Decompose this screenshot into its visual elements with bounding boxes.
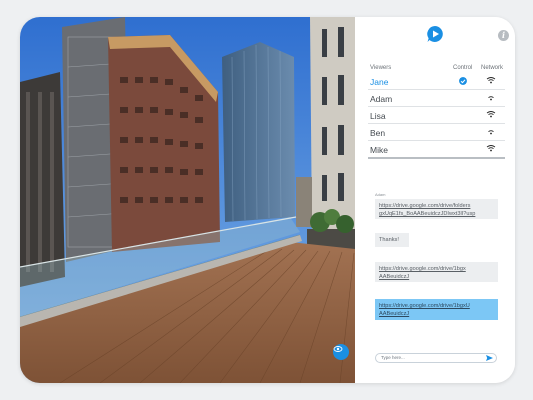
viewer-name: Mike xyxy=(370,145,388,155)
viewer-row-adam[interactable]: Adam xyxy=(368,90,505,107)
eye-icon xyxy=(333,346,343,352)
rooftop-scene xyxy=(20,17,355,383)
wifi-icon xyxy=(488,130,494,135)
viewer-name: Ben xyxy=(370,128,386,138)
chat-sender: Adam xyxy=(375,192,386,197)
side-panel: i Viewers Control Network Jane Adam Lisa… xyxy=(355,17,515,383)
viewers-header: Viewers xyxy=(370,65,392,71)
info-icon[interactable]: i xyxy=(498,30,509,41)
network-header: Network xyxy=(481,65,504,71)
wifi-icon xyxy=(488,96,494,101)
viewer-row-ben[interactable]: Ben xyxy=(368,124,505,141)
wifi-icon xyxy=(486,77,496,84)
eye-button[interactable] xyxy=(333,344,349,360)
video-view[interactable] xyxy=(20,17,355,383)
viewer-row-lisa[interactable]: Lisa xyxy=(368,107,505,124)
chat-message: Thanks! xyxy=(375,233,409,247)
app-frame: i Viewers Control Network Jane Adam Lisa… xyxy=(20,17,515,383)
check-circle-icon[interactable] xyxy=(459,77,467,85)
chat-input[interactable]: Type here... xyxy=(375,353,497,363)
viewer-name: Jane xyxy=(370,77,389,87)
viewer-row-jane[interactable]: Jane xyxy=(368,73,505,90)
play-logo-icon xyxy=(427,26,443,42)
chat-message[interactable]: https://drive.google.com/drive/1bgx AABe… xyxy=(375,262,498,282)
wifi-icon xyxy=(486,145,496,152)
viewer-name: Lisa xyxy=(370,111,386,121)
viewer-row-mike[interactable]: Mike xyxy=(368,141,505,159)
chat-message[interactable]: https://drive.google.com/drive/folders g… xyxy=(375,199,498,219)
send-icon[interactable] xyxy=(486,355,493,361)
control-header: Control xyxy=(453,65,473,71)
viewer-name: Adam xyxy=(370,94,393,104)
chat-message-mine[interactable]: https://drive.google.com/drive/1bgxU AAB… xyxy=(375,299,498,320)
wifi-icon xyxy=(486,111,496,118)
